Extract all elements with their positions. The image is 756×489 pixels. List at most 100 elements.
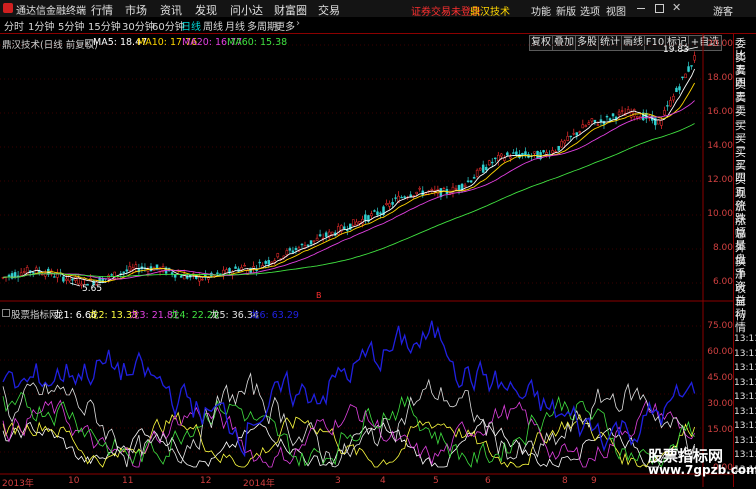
candle-body xyxy=(557,145,560,151)
candle-body xyxy=(660,120,663,126)
ma-color-box xyxy=(85,39,93,47)
menu-options[interactable]: 选项 xyxy=(580,3,600,18)
menu-guest[interactable]: 游客 xyxy=(713,3,733,18)
candle-body xyxy=(41,273,44,276)
candle-body xyxy=(155,264,159,269)
candle-body xyxy=(430,189,434,191)
period-multi[interactable]: 多周期 xyxy=(247,18,277,33)
menu-news[interactable]: 资讯 xyxy=(160,2,182,18)
menu-ask[interactable]: 问小达 xyxy=(230,2,263,18)
y-tick: 6.00 xyxy=(712,277,733,287)
candle-body xyxy=(608,118,612,121)
quote-field-label: 行情 xyxy=(735,309,746,334)
candle-body xyxy=(672,96,675,101)
period-5min[interactable]: 5分钟 xyxy=(58,18,84,33)
tick-time: 13:11 xyxy=(734,334,756,344)
y-tick: 14.00 xyxy=(707,141,733,151)
y-tick: 20.00 xyxy=(707,39,733,49)
candle-body xyxy=(569,135,573,138)
candle-body xyxy=(478,167,482,171)
candle-body xyxy=(500,153,503,157)
sub-y-tick: 45.00 xyxy=(707,373,733,383)
candle-body xyxy=(666,105,669,107)
sub-y-tick: 30.00 xyxy=(707,399,733,409)
candle-body xyxy=(400,196,403,199)
candle-body xyxy=(62,276,65,282)
menu-new-version[interactable]: 新版 xyxy=(556,3,576,18)
candle-body xyxy=(481,164,485,173)
candle-body xyxy=(509,156,512,159)
candle-body xyxy=(484,166,488,171)
high-price-label: 19.83 xyxy=(663,45,689,55)
menu-view[interactable]: 视图 xyxy=(606,3,626,18)
period-monthly[interactable]: 月线 xyxy=(225,18,245,33)
candle-body xyxy=(352,219,355,226)
candle-body xyxy=(632,109,636,117)
period-60min[interactable]: 60分钟 xyxy=(152,18,185,33)
date-label: 4 xyxy=(380,476,386,486)
menu-wealth[interactable]: 财富圈 xyxy=(274,2,307,18)
tick-time: 13:11 xyxy=(734,348,756,359)
candle-body xyxy=(587,122,591,125)
candle-body xyxy=(578,131,582,133)
ma-lines xyxy=(2,68,696,284)
candle-body xyxy=(515,151,518,156)
period-daily[interactable]: 日线 xyxy=(181,18,201,33)
candle-body xyxy=(22,271,26,273)
candle-body xyxy=(243,265,246,267)
candle-body xyxy=(635,116,639,118)
candle-body xyxy=(475,169,479,177)
candle-body xyxy=(542,150,545,153)
candle-body xyxy=(418,187,422,190)
menu-quotes[interactable]: 行情 xyxy=(91,2,113,18)
period-15min[interactable]: 15分钟 xyxy=(88,18,121,33)
candle-body xyxy=(596,124,600,126)
menu-discover[interactable]: 发现 xyxy=(195,2,217,18)
event-marker-icon: B xyxy=(316,291,322,300)
candle-body xyxy=(13,272,17,278)
candle-body xyxy=(358,221,361,224)
date-label: 6 xyxy=(485,476,491,486)
candle-body xyxy=(599,119,603,122)
candle-body xyxy=(306,244,310,246)
y-tick: 8.00 xyxy=(712,243,733,253)
period-more[interactable]: 更多 xyxy=(275,18,295,33)
period-30min[interactable]: 30分钟 xyxy=(122,18,155,33)
ma5-line xyxy=(2,68,696,284)
candle-body xyxy=(693,55,696,61)
candle-body xyxy=(300,243,304,246)
menu-market[interactable]: 市场 xyxy=(125,2,147,18)
y-tick: 10.00 xyxy=(707,209,733,219)
candle-body xyxy=(240,267,243,270)
minimize-icon[interactable] xyxy=(637,8,645,9)
sub-chart-box-icon[interactable] xyxy=(2,309,10,317)
candle-body xyxy=(457,185,461,191)
date-label: 10 xyxy=(68,476,80,486)
candle-body xyxy=(521,153,524,155)
menu-trade[interactable]: 交易 xyxy=(318,2,340,18)
period-tick[interactable]: 分时 xyxy=(4,18,24,33)
candle-body xyxy=(593,119,597,123)
close-icon[interactable]: ✕ xyxy=(672,1,681,14)
more-chevron-icon[interactable]: › xyxy=(296,18,300,29)
tick-time: 13:11 xyxy=(734,421,756,431)
period-weekly[interactable]: 周线 xyxy=(203,18,223,33)
candle-body xyxy=(7,274,11,277)
long6-label: 龙6: 63.29 xyxy=(250,310,299,321)
maximize-icon[interactable] xyxy=(655,4,664,13)
menu-function[interactable]: 功能 xyxy=(531,3,551,18)
candle-body xyxy=(179,275,183,278)
y-tick: 16.00 xyxy=(707,107,733,117)
candle-body xyxy=(71,278,74,281)
app-logo-icon xyxy=(3,3,13,13)
title-bar: 通达信金融终端 行情 市场 资讯 发现 问小达 财富圈 交易 证券交易未登录 鼎… xyxy=(0,0,756,18)
date-label: 2013年 xyxy=(2,479,34,489)
candle-body xyxy=(454,188,458,190)
period-1min[interactable]: 1分钟 xyxy=(28,18,54,33)
chart-canvas[interactable]: B xyxy=(0,34,733,487)
candle-body xyxy=(291,250,295,253)
candle-body xyxy=(566,136,569,141)
candle-body xyxy=(439,188,443,197)
candle-body xyxy=(134,264,138,269)
sub-y-tick: 15.00 xyxy=(707,425,733,435)
